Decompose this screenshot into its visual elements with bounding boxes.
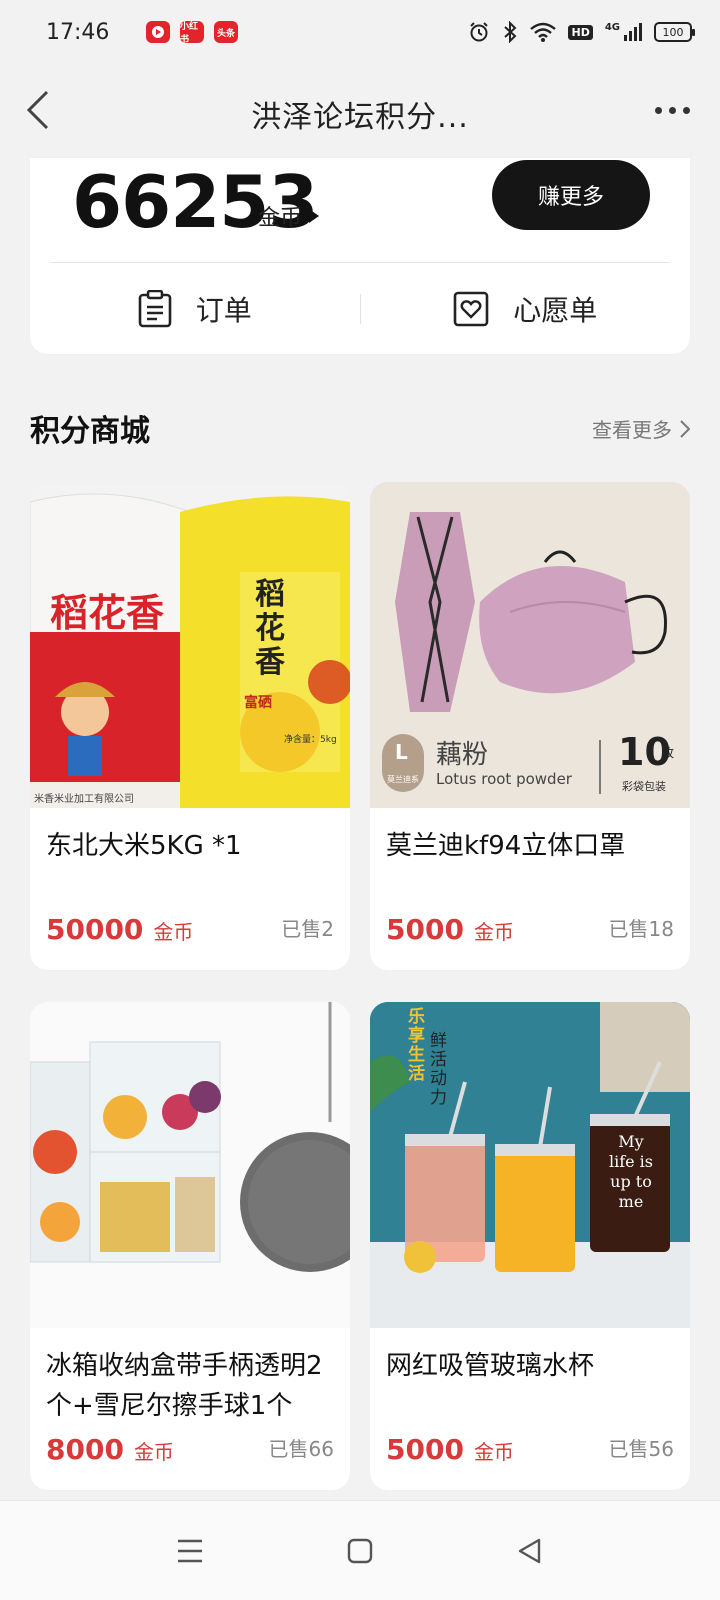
- pack-text: 彩袋包装: [622, 780, 666, 793]
- rice-bag2-sub: 富硒: [244, 695, 272, 711]
- app-notification-icon: [146, 21, 170, 43]
- bluetooth-icon: [504, 21, 517, 43]
- price-unit: 金币: [133, 1440, 174, 1464]
- rice-weight: 净含量：5kg: [284, 735, 337, 745]
- wifi-icon: [530, 22, 557, 42]
- rice-brand-text: 稻花香: [50, 590, 165, 635]
- menu-icon: [178, 1539, 202, 1562]
- status-bar: 17:46 小红书 头条 HD 4G 100: [0, 0, 720, 64]
- coin-unit-label: 金币: [258, 206, 303, 231]
- price-unit: 金币: [153, 920, 194, 944]
- price-value: 8000: [46, 1433, 124, 1466]
- more-dot: [682, 106, 690, 114]
- rice-bags-image: [30, 482, 350, 808]
- badge-sub: 莫兰迪系: [387, 775, 419, 784]
- orders-link[interactable]: 订单: [30, 264, 360, 354]
- wishlist-link[interactable]: 心愿单: [361, 264, 691, 354]
- product-price: 5000 金币: [386, 1433, 514, 1466]
- more-dot: [668, 106, 676, 114]
- color-en: Lotus root powder: [436, 770, 572, 788]
- vertical-slogan-2: 鲜活动力: [430, 1031, 447, 1108]
- status-indicators: HD 4G 100: [468, 21, 695, 43]
- product-card-mask[interactable]: L 莫兰迪系 藕粉 Lotus root powder 10 枚 彩袋包装 莫兰…: [370, 482, 690, 970]
- product-image-glass-cup: 乐享生活 鲜活动力 My life is up to me: [370, 1002, 690, 1328]
- more-options-button[interactable]: [642, 90, 702, 130]
- product-name: 冰箱收纳盒带手柄透明2个+雪尼尔擦手球1个: [46, 1351, 323, 1421]
- coin-unit-link[interactable]: 金币: [258, 200, 320, 232]
- alarm-icon: [470, 22, 489, 42]
- price-unit: 金币: [473, 1440, 514, 1464]
- product-image-mask: L 莫兰迪系 藕粉 Lotus root powder 10 枚 彩袋包装: [370, 482, 690, 808]
- top-nav-bar: 洪泽论坛积分...: [0, 72, 720, 152]
- earn-more-button[interactable]: 赚更多: [492, 160, 650, 230]
- cup-text: My life is up to me: [608, 1132, 654, 1211]
- battery-icon: 100: [654, 22, 695, 42]
- product-card-rice[interactable]: 稻花香 稻花香 富硒 净含量：5kg 米香米业加工有限公司 东北大米5KG *1…: [30, 482, 350, 970]
- section-header: 积分商城 查看更多: [30, 406, 690, 456]
- square-icon: [347, 1538, 373, 1563]
- xiaohongshu-icon: 小红书: [180, 21, 204, 45]
- product-image-rice: 稻花香 稻花香 富硒 净含量：5kg 米香米业加工有限公司: [30, 482, 350, 808]
- hd-badge: HD: [568, 24, 593, 40]
- rice-bag2-text: 稻花香: [255, 577, 285, 680]
- toutiao-icon: 头条: [214, 21, 238, 43]
- count-unit: 枚: [662, 746, 675, 760]
- divider: [50, 262, 670, 263]
- page-title: 洪泽论坛积分...: [251, 100, 469, 135]
- rice-company: 米香米业加工有限公司: [34, 794, 134, 805]
- card-links: 订单 心愿单: [30, 264, 690, 354]
- triangle-back-icon: [518, 1538, 541, 1563]
- vertical-slogan-1: 乐享生活: [408, 1007, 425, 1084]
- view-more-label: 查看更多: [592, 418, 672, 442]
- chevron-right-icon: [680, 419, 690, 438]
- signal-icon: 4G: [605, 23, 642, 41]
- product-image-storage-box: [30, 1002, 350, 1328]
- heart-frame-icon: [453, 291, 489, 327]
- home-button[interactable]: [340, 1531, 380, 1571]
- system-back-button[interactable]: [510, 1531, 550, 1571]
- network-type: 4G: [604, 22, 620, 33]
- clipboard-icon: [138, 290, 172, 328]
- product-price: 50000 金币: [46, 913, 193, 946]
- caret-right-icon: [309, 209, 320, 223]
- system-nav-bar: [0, 1500, 720, 1600]
- status-time: 17:46: [46, 19, 110, 45]
- product-price: 5000 金币: [386, 913, 514, 946]
- price-unit: 金币: [473, 920, 514, 944]
- price-value: 5000: [386, 913, 464, 946]
- product-name: 莫兰迪kf94立体口罩: [386, 831, 626, 861]
- sold-count: 已售2: [281, 917, 334, 941]
- view-more-link[interactable]: 查看更多: [592, 414, 690, 443]
- badge-letter: L: [395, 740, 408, 764]
- more-dot: [654, 106, 662, 114]
- price-value: 50000: [46, 913, 144, 946]
- status-app-icons: 小红书 头条: [146, 21, 238, 45]
- menu-button[interactable]: [170, 1531, 210, 1571]
- sold-count: 已售18: [608, 917, 674, 941]
- section-title: 积分商城: [30, 414, 150, 449]
- storage-box-image: [30, 1002, 350, 1328]
- product-name: 东北大米5KG *1: [46, 831, 242, 861]
- product-card-glass-cup[interactable]: 乐享生活 鲜活动力 My life is up to me 网红吸管玻璃水杯 5…: [370, 1002, 690, 1490]
- price-value: 5000: [386, 1433, 464, 1466]
- product-card-storage-box[interactable]: 冰箱收纳盒带手柄透明2个+雪尼尔擦手球1个 8000 金币 已售66: [30, 1002, 350, 1490]
- color-name: 藕粉: [436, 740, 489, 770]
- product-name: 网红吸管玻璃水杯: [386, 1351, 595, 1381]
- sold-count: 已售56: [608, 1437, 674, 1461]
- orders-label: 订单: [195, 294, 252, 327]
- wishlist-label: 心愿单: [513, 294, 598, 327]
- coin-balance-card: 66253 金币 赚更多 订单 心愿单: [30, 158, 690, 354]
- sold-count: 已售66: [268, 1437, 334, 1461]
- product-price: 8000 金币: [46, 1433, 174, 1466]
